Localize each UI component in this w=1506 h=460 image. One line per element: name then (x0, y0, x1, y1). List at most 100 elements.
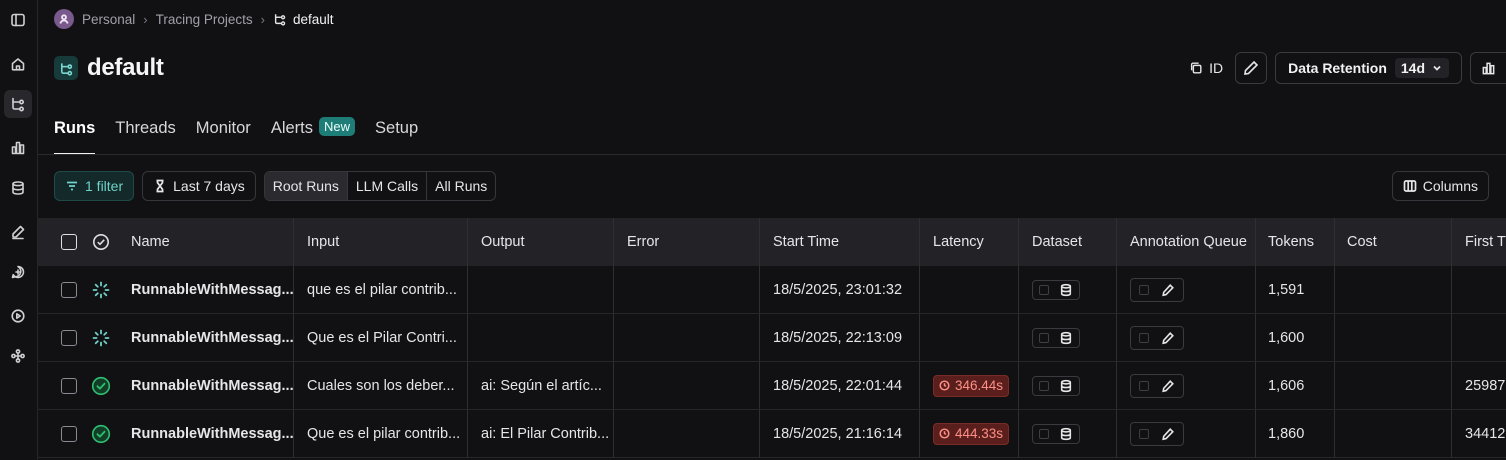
clock-icon (939, 380, 950, 391)
header-output[interactable]: Output (468, 218, 614, 266)
table-row[interactable]: RunnableWithMessag... Que es el pilar co… (38, 410, 1506, 458)
llm-calls-option[interactable]: LLM Calls (348, 172, 428, 200)
time-range-button[interactable]: Last 7 days (142, 171, 256, 201)
deployments-icon[interactable] (4, 342, 32, 370)
run-latency: 346.44s (920, 362, 1019, 409)
columns-label: Columns (1422, 178, 1478, 194)
add-to-queue-button[interactable] (1130, 277, 1184, 302)
breadcrumb-personal[interactable]: Personal (82, 12, 135, 27)
status-cell (84, 362, 118, 409)
row-checkbox[interactable] (61, 329, 77, 346)
row-checkbox[interactable] (61, 377, 77, 394)
runs-table: Name Input Output Error Start Time Laten… (38, 218, 1506, 458)
header-tokens[interactable]: Tokens (1256, 218, 1335, 266)
run-name[interactable]: RunnableWithMessag... (118, 410, 294, 457)
tab-threads[interactable]: Threads (115, 115, 176, 155)
run-name[interactable]: RunnableWithMessag... (118, 362, 294, 409)
header-start-time[interactable]: Start Time (760, 218, 920, 266)
add-to-dataset-button[interactable] (1032, 279, 1080, 300)
breadcrumb-tracing-projects[interactable]: Tracing Projects (156, 12, 253, 27)
prompts-icon[interactable] (4, 258, 32, 286)
retention-select[interactable]: 14d (1394, 58, 1449, 78)
edit-project-button[interactable] (1235, 52, 1268, 84)
add-to-dataset-button[interactable] (1032, 375, 1080, 396)
table-row[interactable]: RunnableWithMessag... Cuales son los deb… (38, 362, 1506, 410)
playground-icon[interactable] (4, 302, 32, 330)
run-output (468, 266, 614, 313)
dataset-cell (1019, 362, 1117, 409)
datasets-icon[interactable] (4, 174, 32, 202)
annotation-icon[interactable] (4, 218, 32, 246)
spinner-icon (92, 281, 110, 298)
add-to-queue-button[interactable] (1130, 325, 1184, 350)
header-name[interactable]: Name (118, 218, 294, 266)
checkbox-icon (1039, 380, 1049, 391)
checkbox-icon (1039, 332, 1049, 343)
success-check-icon (91, 424, 111, 443)
root-runs-option[interactable]: Root Runs (264, 172, 348, 200)
tab-alerts[interactable]: Alerts New (271, 115, 356, 155)
copy-id-button[interactable]: ID (1185, 60, 1227, 76)
data-retention-label: Data Retention (1288, 60, 1387, 76)
header-input[interactable]: Input (294, 218, 468, 266)
pencil-icon (1162, 331, 1174, 344)
row-select-cell (38, 314, 84, 361)
filter-button[interactable]: 1 filter (54, 171, 135, 201)
add-to-queue-button[interactable] (1130, 373, 1184, 398)
run-name[interactable]: RunnableWithMessag... (118, 314, 294, 361)
breadcrumb: Personal › Tracing Projects › default (54, 9, 334, 29)
tab-setup[interactable]: Setup (375, 115, 418, 155)
run-tokens: 1,860 (1256, 410, 1335, 457)
dashboard-button[interactable] (1470, 52, 1506, 84)
row-checkbox[interactable] (61, 281, 77, 298)
home-icon[interactable] (4, 50, 32, 78)
add-to-dataset-button[interactable] (1032, 327, 1080, 348)
status-cell (84, 266, 118, 313)
chevron-right-icon: › (260, 11, 266, 27)
tab-monitor[interactable]: Monitor (196, 115, 251, 155)
table-row[interactable]: RunnableWithMessag... Que es el Pilar Co… (38, 314, 1506, 362)
columns-button[interactable]: Columns (1391, 171, 1489, 201)
retention-value: 14d (1400, 60, 1425, 76)
run-tokens: 1,600 (1256, 314, 1335, 361)
tracing-projects-icon[interactable] (4, 90, 32, 118)
row-checkbox[interactable] (61, 425, 77, 442)
table-row[interactable]: RunnableWithMessag... que es el pilar co… (38, 266, 1506, 314)
bar-chart-icon (1482, 62, 1495, 74)
database-icon (1060, 379, 1072, 392)
add-to-queue-button[interactable] (1130, 421, 1184, 446)
header-dataset[interactable]: Dataset (1019, 218, 1117, 266)
database-icon (1060, 283, 1072, 296)
run-cost (1335, 410, 1452, 457)
run-output: ai: El Pilar Contrib... (468, 410, 614, 457)
header-actions: ID Data Retention 14d (1185, 52, 1506, 84)
data-retention-control[interactable]: Data Retention 14d (1275, 52, 1462, 84)
filter-label: 1 filter (85, 178, 124, 194)
run-error (614, 314, 760, 361)
run-output (468, 314, 614, 361)
annotation-queue-cell (1117, 266, 1256, 313)
all-runs-option[interactable]: All Runs (427, 172, 495, 200)
monitoring-icon[interactable] (4, 134, 32, 162)
dataset-cell (1019, 266, 1117, 313)
project-tabs: Runs Threads Monitor Alerts New Setup (54, 115, 1506, 155)
header-error[interactable]: Error (614, 218, 760, 266)
run-input: Que es el Pilar Contri... (294, 314, 468, 361)
run-start-time: 18/5/2025, 22:13:09 (760, 314, 920, 361)
add-to-dataset-button[interactable] (1032, 423, 1080, 444)
run-input: Cuales son los deber... (294, 362, 468, 409)
id-label: ID (1209, 60, 1224, 76)
run-latency: 444.33s (920, 410, 1019, 457)
sidebar-toggle-icon[interactable] (4, 6, 32, 34)
header-latency[interactable]: Latency (920, 218, 1019, 266)
run-name[interactable]: RunnableWithMessag... (118, 266, 294, 313)
header-cost[interactable]: Cost (1335, 218, 1452, 266)
chevron-down-icon (1433, 65, 1441, 71)
select-all-checkbox[interactable] (61, 234, 77, 250)
header-annotation-queue[interactable]: Annotation Queue (1117, 218, 1256, 266)
header-first-token[interactable]: First T (1452, 218, 1506, 266)
run-start-time: 18/5/2025, 21:16:14 (760, 410, 920, 457)
run-error (614, 266, 760, 313)
page-header: default (54, 54, 164, 82)
tab-runs[interactable]: Runs (54, 115, 96, 155)
